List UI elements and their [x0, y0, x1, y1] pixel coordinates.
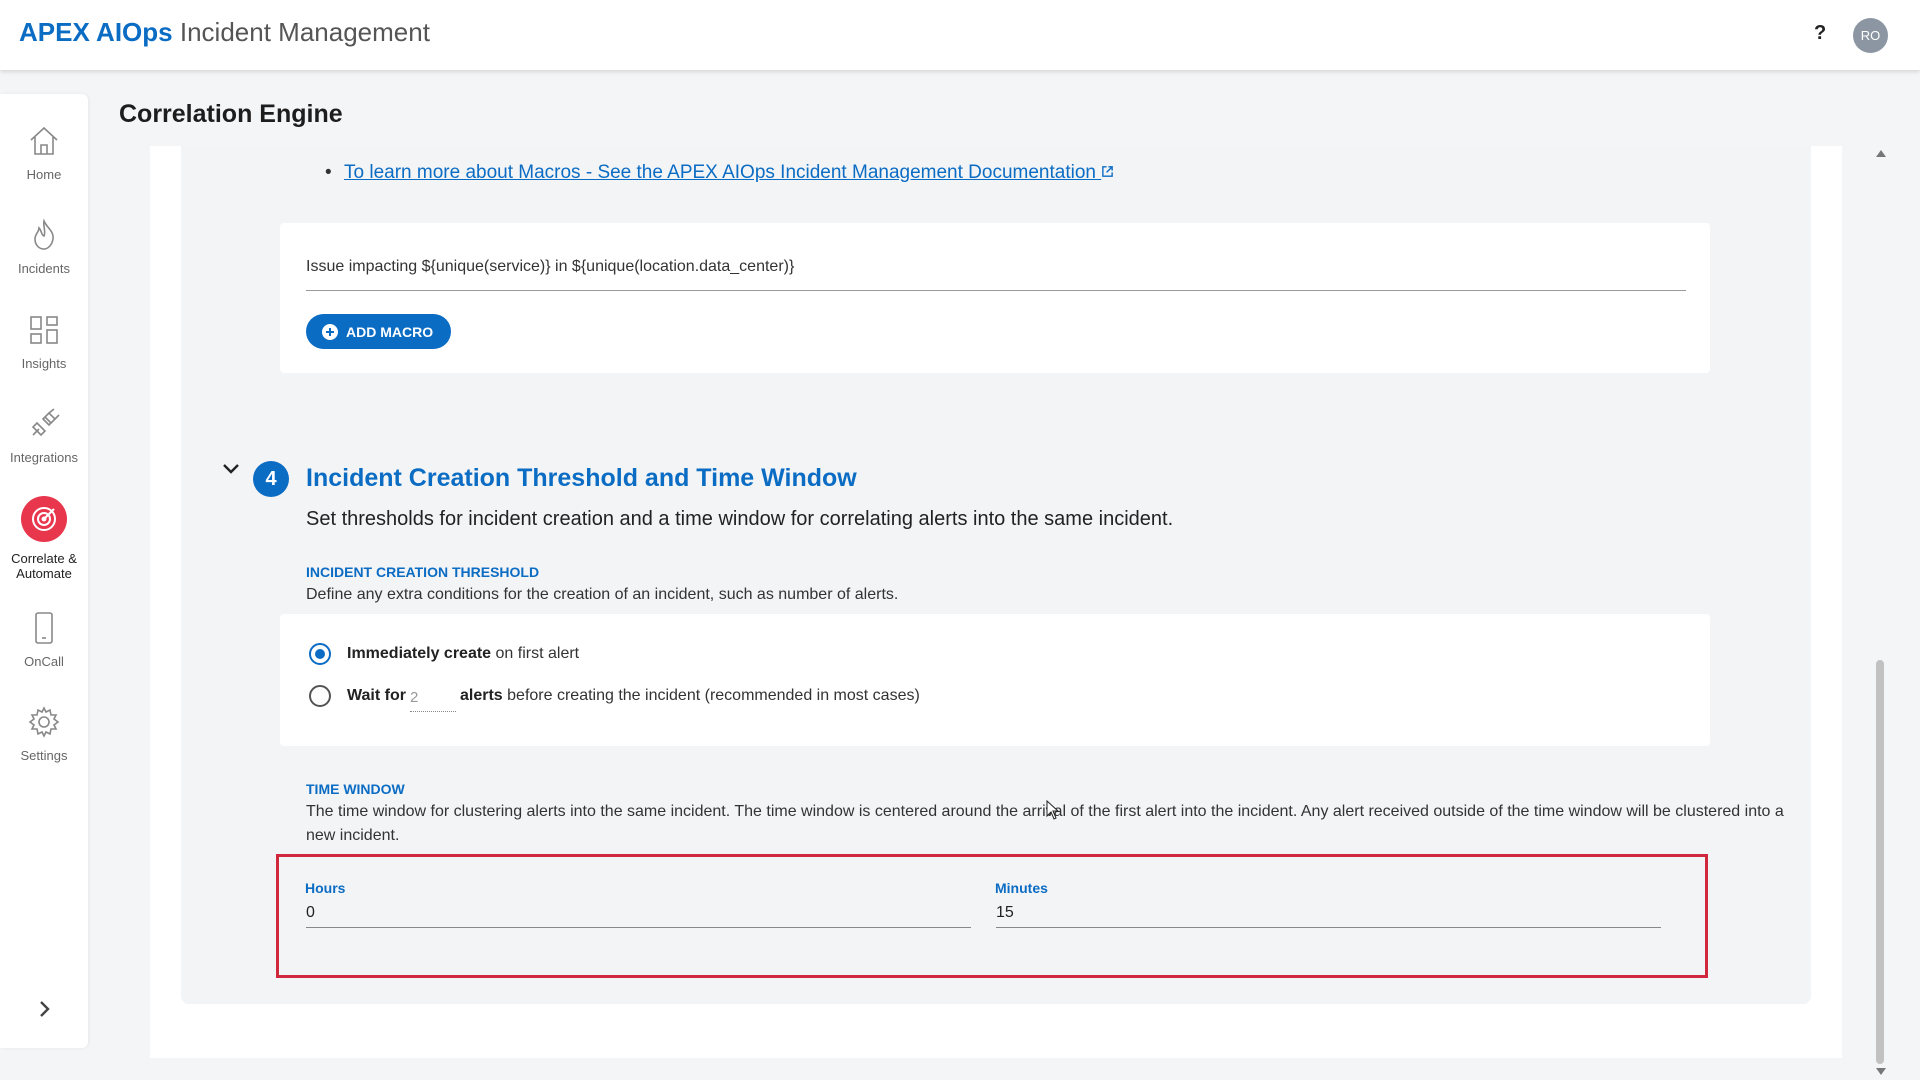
minutes-label: Minutes	[995, 880, 1048, 896]
scroll-down-arrow-icon[interactable]	[1876, 1068, 1886, 1075]
main-content: • To learn more about Macros - See the A…	[150, 146, 1842, 1058]
sidebar-item-home[interactable]: Home	[0, 124, 88, 182]
sidebar-item-label: Integrations	[10, 450, 78, 465]
collapse-section-chevron-icon[interactable]	[222, 462, 240, 476]
sidebar-item-label: Home	[26, 167, 62, 182]
section-description: Set thresholds for incident creation and…	[306, 508, 1174, 530]
bullet: •	[325, 162, 332, 183]
expand-sidebar-chevron-icon[interactable]	[33, 998, 55, 1020]
scroll-thumb[interactable]	[1876, 660, 1884, 1064]
macros-documentation-link[interactable]: • To learn more about Macros - See the A…	[325, 162, 1114, 184]
wait-for-label[interactable]: Wait for	[347, 687, 406, 705]
sidebar-item-label: OnCall	[24, 654, 64, 669]
external-link-icon	[1102, 166, 1114, 177]
wait-for-suffix: alerts before creating the incident (rec…	[460, 687, 920, 705]
immediately-create-label[interactable]: Immediately create on first alert	[347, 645, 579, 663]
add-circle-icon	[322, 323, 338, 340]
doc-link-text: To learn more about Macros - See the APE…	[344, 162, 1096, 183]
sidebar-item-settings[interactable]: Settings	[0, 705, 88, 763]
alert-count-input[interactable]	[410, 684, 456, 712]
option1-rest: on first alert	[491, 645, 580, 662]
threshold-description: Define any extra conditions for the crea…	[306, 586, 899, 603]
time-window-title: TIME WINDOW	[306, 781, 405, 797]
sidebar-item-correlate-automate[interactable]: Correlate & Automate	[0, 496, 88, 581]
app-title[interactable]: APEX AIOps Incident Management	[19, 17, 430, 48]
hours-input[interactable]	[306, 898, 971, 928]
option2-rest: before creating the incident (recommende…	[502, 687, 920, 704]
top-bar: APEX AIOps Incident Management ? RO	[0, 0, 1920, 70]
wait-for-alerts-radio[interactable]	[309, 685, 331, 707]
app-title-brand: APEX AIOps	[19, 17, 173, 47]
step-badge: 4	[253, 461, 289, 497]
sidebar: Home Incidents Insights Integrations Cor…	[0, 94, 88, 1048]
macro-card	[280, 223, 1710, 373]
section-title: Incident Creation Threshold and Time Win…	[306, 464, 857, 492]
threshold-title: INCIDENT CREATION THRESHOLD	[306, 564, 540, 580]
help-button[interactable]: ?	[1814, 22, 1826, 45]
sidebar-item-label: Insights	[21, 356, 67, 371]
sidebar-item-integrations[interactable]: Integrations	[0, 407, 88, 465]
sidebar-item-label: Settings	[20, 748, 68, 763]
gear-icon	[28, 706, 60, 738]
sidebar-item-insights[interactable]: Insights	[0, 313, 88, 371]
vertical-scrollbar[interactable]	[1872, 146, 1888, 1080]
page-title: Correlation Engine	[119, 100, 343, 128]
hours-label: Hours	[305, 880, 346, 896]
sidebar-item-label: Correlate & Automate	[11, 551, 77, 581]
option2-bold-a: Wait for	[347, 687, 406, 704]
add-macro-button[interactable]: ADD MACRO	[306, 314, 451, 349]
add-macro-label: ADD MACRO	[346, 323, 434, 340]
sidebar-item-incidents[interactable]: Incidents	[0, 218, 88, 276]
phone-icon	[35, 612, 53, 644]
sidebar-item-label: Incidents	[17, 261, 71, 276]
scroll-up-arrow-icon[interactable]	[1876, 150, 1886, 157]
app-title-product: Incident Management	[179, 17, 430, 47]
flame-icon	[34, 218, 54, 250]
immediately-create-radio[interactable]	[309, 643, 331, 665]
plug-icon	[31, 408, 60, 437]
target-icon	[21, 496, 67, 542]
minutes-input[interactable]	[996, 898, 1661, 928]
user-avatar[interactable]: RO	[1853, 18, 1888, 53]
sidebar-item-oncall[interactable]: OnCall	[0, 611, 88, 669]
home-icon	[30, 126, 58, 155]
macro-template-input[interactable]: Issue impacting ${unique(service)} in ${…	[306, 258, 1686, 291]
option2-bold-b: alerts	[460, 687, 503, 704]
option1-bold: Immediately create	[347, 645, 492, 662]
grid-icon	[30, 316, 58, 344]
mouse-cursor-icon	[1046, 800, 1060, 820]
threshold-options-card	[280, 614, 1710, 746]
